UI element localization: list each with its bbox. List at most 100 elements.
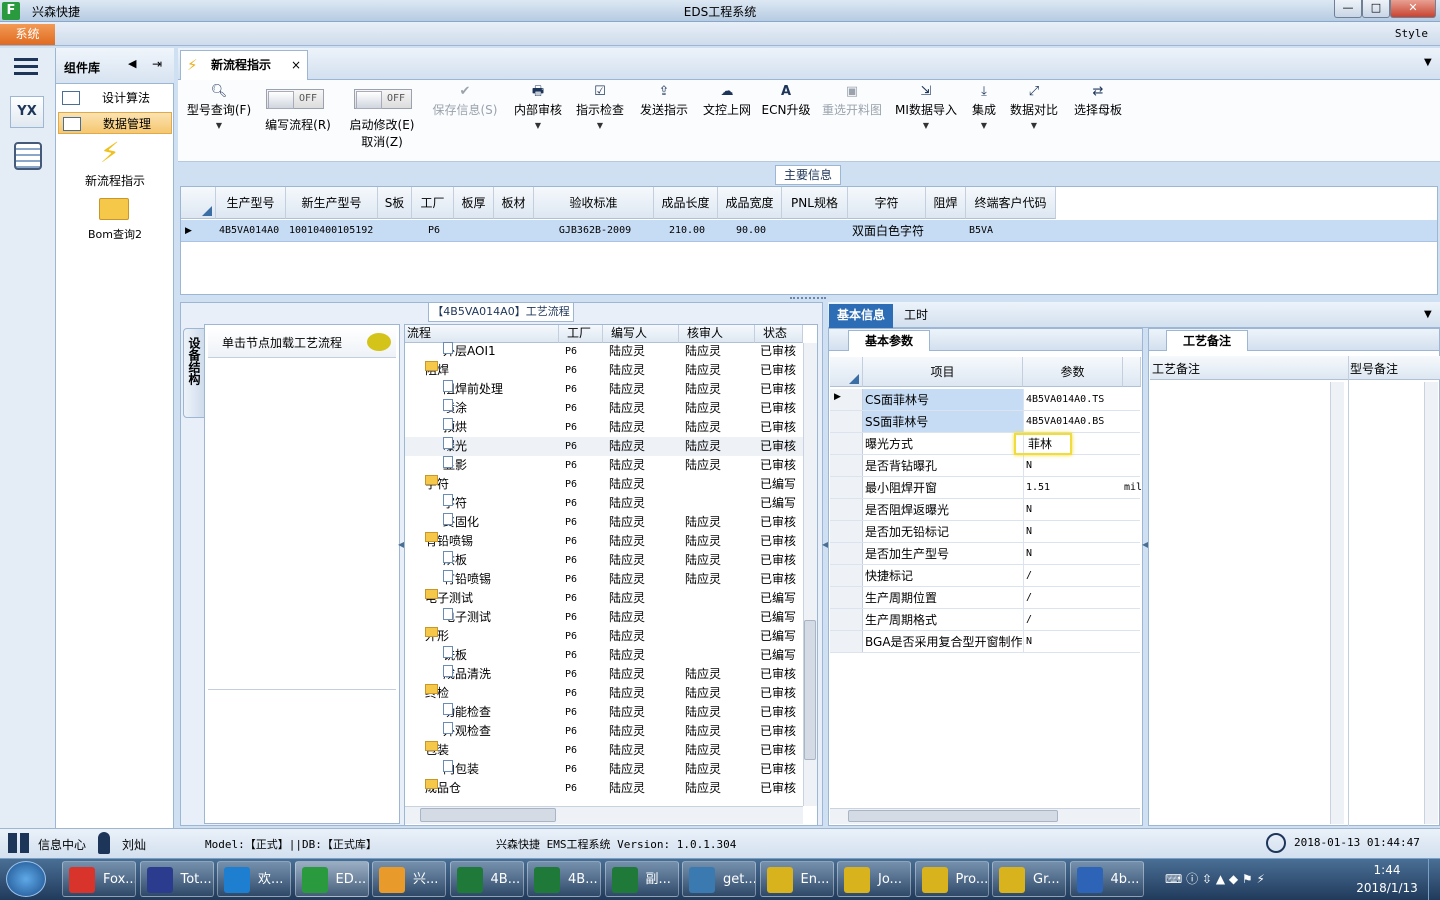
col-header[interactable]: PNL规格 bbox=[782, 187, 848, 219]
tree-row[interactable]: 阻焊前处理 P6 陆应灵 陆应灵 已审核 bbox=[405, 380, 805, 399]
lightning-icon[interactable]: ⚡ bbox=[100, 138, 120, 168]
taskbar-app-button[interactable]: Fox... bbox=[62, 861, 136, 897]
side-tab-equipment-structure[interactable]: 设备结构 bbox=[183, 328, 205, 418]
prop-row[interactable]: 生产周期位置 / bbox=[830, 587, 1140, 609]
show-desktop-button[interactable] bbox=[1428, 859, 1440, 900]
tree-node[interactable]: 喷涂 bbox=[443, 399, 467, 418]
tree-node[interactable]: 有铅喷锡 bbox=[443, 570, 491, 589]
tree-row[interactable]: 成品清洗 P6 陆应灵 陆应灵 已审核 bbox=[405, 665, 805, 684]
tree-node[interactable]: −电子测试 bbox=[425, 589, 473, 608]
pin-panel-icon[interactable]: ⇥ bbox=[152, 57, 162, 71]
col-header[interactable]: 核审人 bbox=[679, 325, 755, 343]
taskbar-app-button[interactable]: 4B... bbox=[449, 861, 524, 897]
taskbar-app-button[interactable]: 兴... bbox=[372, 861, 446, 897]
tree-row[interactable]: 终固化 P6 陆应灵 陆应灵 已审核 bbox=[405, 513, 805, 532]
process-vscroll-thumb[interactable] bbox=[804, 620, 816, 760]
tree-node[interactable]: −阻焊 bbox=[425, 361, 449, 380]
system-menu[interactable]: 系统 bbox=[0, 24, 55, 45]
tab-basic-info[interactable]: 基本信息 bbox=[829, 304, 893, 328]
tree-node[interactable]: −字符 bbox=[425, 475, 449, 494]
prop-row[interactable]: 是否背钻曝孔 N bbox=[830, 455, 1140, 477]
tree-node[interactable]: 成品清洗 bbox=[443, 665, 491, 684]
tree-row[interactable]: 铣板 P6 陆应灵 已编写 bbox=[405, 646, 805, 665]
new-process-tool-label[interactable]: 新流程指示 bbox=[58, 172, 172, 189]
col-header[interactable]: 流程 bbox=[405, 325, 559, 343]
tree-node[interactable]: 铣板 bbox=[443, 646, 467, 665]
col-header[interactable]: 工厂 bbox=[559, 325, 603, 343]
splitter-grip[interactable] bbox=[790, 297, 826, 300]
tree-node[interactable]: 外观检查 bbox=[443, 722, 491, 741]
props-menu-chevron-icon[interactable]: ▼ bbox=[1424, 309, 1432, 320]
component-item-design-algorithm[interactable]: 设计算法 bbox=[58, 87, 172, 109]
prop-value-cell[interactable]: N bbox=[1023, 499, 1123, 520]
process-hscroll-thumb[interactable] bbox=[420, 808, 556, 822]
tab-work-hours[interactable]: 工时 bbox=[904, 304, 944, 328]
hamburger-menu-icon[interactable] bbox=[14, 58, 38, 61]
tree-row[interactable]: −阻焊 P6 陆应灵 陆应灵 已审核 bbox=[405, 361, 805, 380]
data-compare-button[interactable]: ⤢ 数据对比 ▼ bbox=[1008, 84, 1060, 134]
taskbar-app-button[interactable]: ED... bbox=[294, 861, 369, 897]
tree-node[interactable]: 曝光 bbox=[443, 437, 467, 456]
send-instruction-button[interactable]: ⇪ 发送指示 bbox=[634, 84, 694, 118]
prop-value-cell[interactable]: N bbox=[1023, 521, 1123, 542]
prop-value-cell[interactable]: 4B5VA014A0.TS bbox=[1023, 389, 1123, 410]
tree-node[interactable]: −包装 bbox=[425, 741, 449, 760]
prop-row[interactable]: 最小阻焊开窗 1.51 mil bbox=[830, 477, 1142, 499]
col-header[interactable]: 成品宽度 bbox=[718, 187, 782, 219]
component-item-data-management[interactable]: 数据管理 bbox=[58, 112, 172, 134]
tree-row[interactable]: 字符 P6 陆应灵 已编写 bbox=[405, 494, 805, 513]
col-header[interactable]: 终端客户代码 bbox=[966, 187, 1056, 219]
taskbar-date[interactable]: 2018/1/13 bbox=[1352, 881, 1422, 895]
tab-new-process[interactable]: ⚡ 新流程指示 × bbox=[180, 50, 308, 80]
tree-row[interactable]: 外观检查 P6 陆应灵 陆应灵 已审核 bbox=[405, 722, 805, 741]
tree-node[interactable]: 外层AOI1 bbox=[443, 342, 496, 361]
taskbar-app-button[interactable]: Jo... bbox=[837, 861, 911, 897]
maximize-button[interactable]: □ bbox=[1362, 0, 1390, 18]
prop-row[interactable]: 是否加无铅标记 N bbox=[830, 521, 1140, 543]
ecn-upgrade-button[interactable]: A ECN升级 bbox=[760, 84, 812, 118]
minimize-button[interactable]: — bbox=[1334, 0, 1362, 18]
start-button-icon[interactable] bbox=[6, 861, 46, 897]
prop-row[interactable]: CS面菲林号 4B5VA014A0.TS bbox=[830, 389, 1140, 411]
tree-node[interactable]: 功能检查 bbox=[443, 703, 491, 722]
tree-node[interactable]: 内包装 bbox=[443, 760, 479, 779]
tree-row[interactable]: 烘板 P6 陆应灵 陆应灵 已审核 bbox=[405, 551, 805, 570]
prop-row[interactable]: 快捷标记 / bbox=[830, 565, 1140, 587]
tree-node[interactable]: 电子测试 bbox=[443, 608, 491, 627]
col-header[interactable]: 工厂 bbox=[412, 187, 454, 219]
internal-review-button[interactable]: 🖶 内部审核 ▼ bbox=[508, 84, 568, 134]
prop-value-cell[interactable]: N bbox=[1023, 455, 1123, 476]
taskbar-app-button[interactable]: 副... bbox=[604, 861, 679, 897]
tab-basic-params[interactable]: 基本参数 bbox=[848, 330, 930, 351]
prop-row[interactable]: 是否阻焊返曝光 N bbox=[830, 499, 1140, 521]
tree-row[interactable]: 电子测试 P6 陆应灵 已编写 bbox=[405, 608, 805, 627]
col-header[interactable]: 板材 bbox=[494, 187, 534, 219]
tree-row[interactable]: −终检 P6 陆应灵 陆应灵 已审核 bbox=[405, 684, 805, 703]
tree-node[interactable]: −终检 bbox=[425, 684, 449, 703]
tree-node[interactable]: −有铅喷锡 bbox=[425, 532, 473, 551]
tree-row[interactable]: −包装 P6 陆应灵 陆应灵 已审核 bbox=[405, 741, 805, 760]
tree-row[interactable]: −成品仓 P6 陆应灵 陆应灵 已审核 bbox=[405, 779, 805, 798]
yx-module-icon[interactable]: YX bbox=[10, 96, 44, 128]
prop-value-cell[interactable]: N bbox=[1023, 631, 1123, 652]
prop-row[interactable]: BGA是否采用复合型开窗制作 N bbox=[830, 631, 1140, 653]
tree-row[interactable]: 显影 P6 陆应灵 陆应灵 已审核 bbox=[405, 456, 805, 475]
integrate-button[interactable]: ⤓ 集成 ▼ bbox=[964, 84, 1004, 134]
instruction-check-button[interactable]: ☑ 指示检查 ▼ bbox=[570, 84, 630, 134]
tree-row[interactable]: 外层AOI1 P6 陆应灵 陆应灵 已审核 bbox=[405, 342, 805, 361]
reselect-cutting-image-button[interactable]: ▣ 重选开料图 bbox=[816, 84, 888, 118]
tree-node[interactable]: 阻焊前处理 bbox=[443, 380, 503, 399]
taskbar-app-button[interactable]: 欢... bbox=[217, 861, 291, 897]
tree-node[interactable]: −外形 bbox=[425, 627, 449, 646]
focused-cell-highlight[interactable] bbox=[1014, 433, 1072, 455]
col-header-param[interactable]: 参数 bbox=[1023, 357, 1123, 387]
tree-row[interactable]: 有铅喷锡 P6 陆应灵 陆应灵 已审核 bbox=[405, 570, 805, 589]
tree-node[interactable]: 显影 bbox=[443, 456, 467, 475]
taskbar-app-button[interactable]: Pro... bbox=[914, 861, 989, 897]
prop-row[interactable]: 生产周期格式 / bbox=[830, 609, 1140, 631]
taskbar-time[interactable]: 1:44 bbox=[1356, 863, 1418, 877]
process-remarks-scrollbar[interactable] bbox=[1330, 382, 1344, 824]
props-hscroll-thumb[interactable] bbox=[848, 810, 1058, 822]
taskbar-app-button[interactable]: Tot... bbox=[139, 861, 214, 897]
tree-node[interactable]: 烘板 bbox=[443, 551, 467, 570]
